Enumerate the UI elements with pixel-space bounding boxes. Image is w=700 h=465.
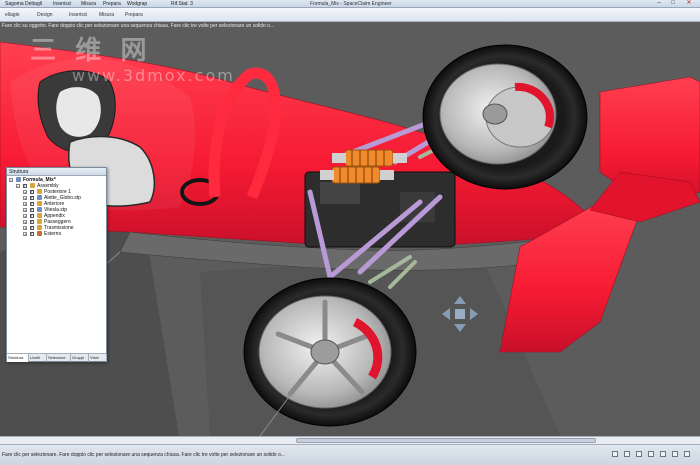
quick-tab-4[interactable]: Misura bbox=[78, 0, 99, 8]
component-icon bbox=[37, 219, 42, 224]
ribbon-tab-5[interactable]: Prepara bbox=[122, 10, 146, 20]
component-icon bbox=[37, 213, 42, 218]
visibility-checkbox[interactable] bbox=[30, 225, 34, 231]
minimize-button[interactable]: – bbox=[652, 0, 666, 7]
close-button[interactable]: ✕ bbox=[682, 0, 696, 7]
scrollbar-thumb[interactable] bbox=[296, 438, 596, 443]
visibility-checkbox[interactable] bbox=[30, 195, 34, 201]
tab-struttura[interactable]: Struttura bbox=[7, 354, 29, 362]
tab-selezione[interactable]: Selezione bbox=[47, 354, 71, 362]
expand-item-icon[interactable]: + bbox=[23, 214, 27, 219]
rear-wheel[interactable] bbox=[422, 44, 588, 190]
visibility-checkbox[interactable] bbox=[30, 207, 34, 213]
tree-items: +Posteriore 1+Alette_Globo.stp+Anteriore… bbox=[7, 189, 106, 237]
structure-panel[interactable]: Struttura − Formula_Mix* − Assembly +Pos… bbox=[6, 167, 107, 362]
visibility-checkbox[interactable] bbox=[30, 201, 34, 207]
engine-detail-1 bbox=[320, 182, 360, 204]
expand-item-icon[interactable]: + bbox=[23, 232, 27, 237]
expand-item-icon[interactable]: + bbox=[23, 190, 27, 195]
snap-icon[interactable] bbox=[636, 451, 642, 457]
component-icon bbox=[30, 183, 35, 188]
status-bar: Fare clic per selezionare. Fare doppio c… bbox=[0, 444, 700, 465]
component-icon bbox=[37, 189, 42, 194]
ribbon-toolbar: ellagio Design Inserisci Misura Prepara bbox=[0, 8, 700, 22]
title-bar: Sagoma Dettagli Inserisci Misura Prepara… bbox=[0, 0, 700, 8]
component-icon bbox=[37, 231, 42, 236]
status-text: Fare clic per selezionare. Fare doppio c… bbox=[2, 452, 285, 458]
tree-item-label: Esterno bbox=[44, 231, 62, 237]
visibility-checkbox[interactable] bbox=[23, 183, 27, 189]
ribbon-tab-3[interactable]: Inserisci bbox=[66, 10, 90, 20]
expand-item-icon[interactable]: + bbox=[23, 202, 27, 207]
grid-icon[interactable] bbox=[648, 451, 654, 457]
quick-tab-7[interactable]: Rif.Stat. 3 bbox=[168, 0, 196, 8]
select-mode-icon[interactable] bbox=[612, 451, 618, 457]
tab-viste[interactable]: Viste bbox=[89, 354, 107, 362]
expand-item-icon[interactable]: + bbox=[23, 226, 27, 231]
watermark-text: 三 维 网 bbox=[30, 35, 153, 65]
seat-cushion bbox=[56, 87, 101, 137]
expand-item-icon[interactable]: + bbox=[23, 208, 27, 213]
horizontal-scrollbar[interactable] bbox=[0, 436, 700, 444]
filter-icon[interactable] bbox=[624, 451, 630, 457]
component-icon bbox=[37, 201, 42, 206]
window-title: Formula_Mix - SpaceClaim Engineer bbox=[310, 1, 392, 7]
visibility-checkbox[interactable] bbox=[30, 219, 34, 225]
expand-item-icon[interactable]: + bbox=[23, 196, 27, 201]
ribbon-tab-1[interactable]: ellagio bbox=[2, 10, 22, 20]
front-wheel[interactable] bbox=[243, 277, 417, 427]
ribbon-tab-2[interactable]: Design bbox=[34, 10, 56, 20]
visibility-checkbox[interactable] bbox=[30, 213, 34, 219]
tab-livelli[interactable]: Livelli bbox=[29, 354, 47, 362]
quick-tab-3[interactable]: Inserisci bbox=[50, 0, 74, 8]
quick-tab-5[interactable]: Prepara bbox=[100, 0, 124, 8]
expand-root-icon[interactable]: − bbox=[9, 178, 13, 183]
expand-assembly-icon[interactable]: − bbox=[16, 184, 20, 189]
spaceclaim-window: Sagoma Dettagli Inserisci Misura Prepara… bbox=[0, 0, 700, 465]
expand-item-icon[interactable]: + bbox=[23, 220, 27, 225]
quick-tab-2[interactable]: Dettagli bbox=[22, 0, 45, 8]
structure-tree: − Formula_Mix* − Assembly +Posteriore 1+… bbox=[7, 177, 106, 237]
visibility-checkbox[interactable] bbox=[30, 231, 34, 237]
structure-panel-title: Struttura bbox=[7, 168, 106, 176]
tree-item[interactable]: + Esterno bbox=[7, 231, 106, 237]
tab-gruppi[interactable]: Gruppi bbox=[71, 354, 89, 362]
visibility-checkbox[interactable] bbox=[30, 189, 34, 195]
quick-tab-6[interactable]: Wodgrap bbox=[124, 0, 150, 8]
move-arrows-icon[interactable] bbox=[440, 294, 480, 334]
maximize-button[interactable]: □ bbox=[666, 0, 680, 7]
watermark-url: www.3dmox.com bbox=[72, 66, 235, 85]
structure-tabs: Struttura Livelli Selezione Gruppi Viste bbox=[7, 353, 107, 362]
render-icon[interactable] bbox=[672, 451, 678, 457]
settings-icon[interactable] bbox=[684, 451, 690, 457]
component-icon bbox=[37, 207, 42, 212]
component-icon bbox=[37, 225, 42, 230]
assembly-icon bbox=[16, 177, 21, 182]
ribbon-tab-4[interactable]: Misura bbox=[96, 10, 117, 20]
view-icon[interactable] bbox=[660, 451, 666, 457]
component-icon bbox=[37, 195, 42, 200]
hint-text: Fare clic su oggetto. Fare doppio clic p… bbox=[2, 23, 275, 29]
